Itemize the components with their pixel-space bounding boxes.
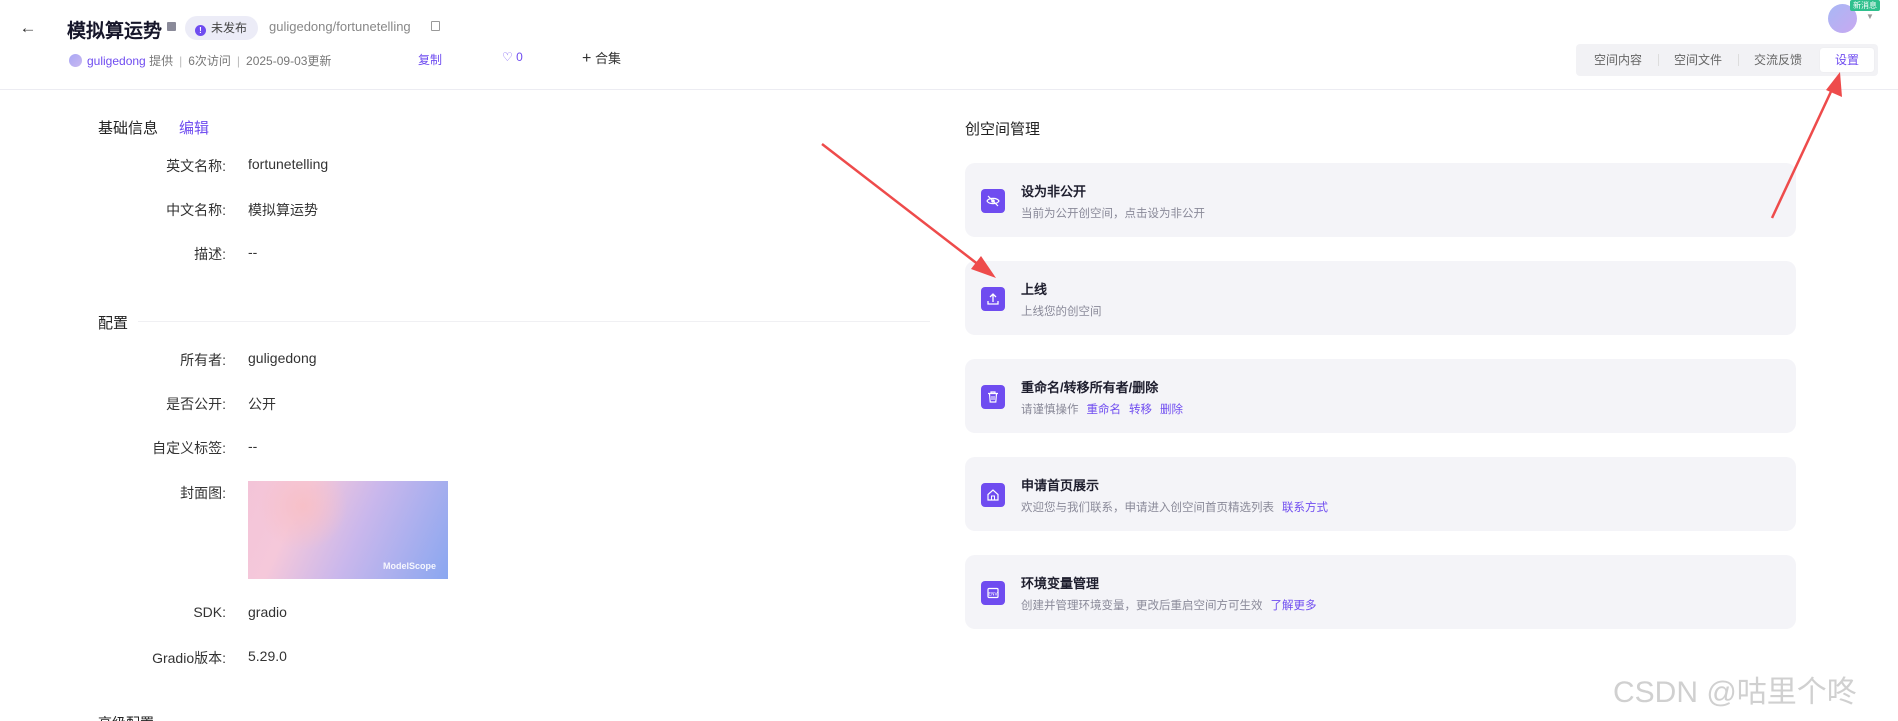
owner-avatar <box>69 54 82 67</box>
card-go-online[interactable]: 上线 上线您的创空间 <box>965 261 1796 335</box>
page-title: 模拟算运势 <box>67 21 163 42</box>
tab-space-content[interactable]: 空间内容 <box>1580 48 1656 72</box>
field-value-public: 公开 <box>248 396 276 412</box>
field-label: 封面图: <box>180 485 226 501</box>
space-path: guligedong/fortunetelling <box>269 19 411 34</box>
like-count: 0 <box>516 50 523 64</box>
field-label: 英文名称: <box>166 158 226 174</box>
svg-text:ENV: ENV <box>988 591 998 597</box>
add-collection-button[interactable]: + 合集 <box>582 48 621 68</box>
rename-link[interactable]: 重命名 <box>1087 404 1122 416</box>
page-header: ← 模拟算运势 ! 未发布 guligedong/fortunetelling g… <box>0 0 1898 90</box>
learn-more-link[interactable]: 了解更多 <box>1271 600 1317 612</box>
tab-feedback[interactable]: 交流反馈 <box>1740 48 1816 72</box>
advanced-config-title: 高级配置 <box>98 712 154 721</box>
cover-image: ModelScope <box>248 481 448 579</box>
back-arrow-icon[interactable]: ← <box>18 18 38 38</box>
field-value-english-name: fortunetelling <box>248 156 329 172</box>
divider <box>138 321 930 322</box>
space-meta: guligedong 提供 | 6次访问 | 2025-09-03更新 <box>69 52 331 69</box>
heart-icon: ♡ <box>502 50 513 64</box>
edit-button[interactable]: 编辑 <box>179 117 209 138</box>
space-tabs: 空间内容 空间文件 交流反馈 设置 <box>1576 44 1878 76</box>
field-label: 描述: <box>194 246 226 262</box>
card-desc: 请谨慎操作 重命名 转移 删除 <box>1021 401 1183 417</box>
card-title: 重命名/转移所有者/删除 <box>1021 380 1159 395</box>
copy-path-icon[interactable] <box>431 21 440 31</box>
copy-button[interactable]: 复制 <box>418 51 442 68</box>
card-desc: 上线您的创空间 <box>1021 306 1102 318</box>
status-badge: ! 未发布 <box>185 16 259 40</box>
card-desc-text: 创建并管理环境变量，更改后重启空间方可生效 <box>1021 600 1263 612</box>
plus-icon: + <box>582 50 592 67</box>
cover-watermark: ModelScope <box>382 561 436 571</box>
card-env-variables: ENV 环境变量管理 创建并管理环境变量，更改后重启空间方可生效 了解更多 <box>965 555 1796 629</box>
status-badge-label: 未发布 <box>211 21 248 35</box>
home-icon <box>981 483 1005 507</box>
provided-label: 提供 <box>149 54 174 68</box>
updated-date: 2025-09-03更新 <box>246 54 332 68</box>
card-desc: 欢迎您与我们联系，申请进入创空间首页精选列表 联系方式 <box>1021 499 1328 515</box>
card-desc: 创建并管理环境变量，更改后重启空间方可生效 了解更多 <box>1021 597 1317 613</box>
card-desc-text: 请谨慎操作 <box>1021 404 1079 416</box>
new-message-badge: 新消息 <box>1850 0 1880 11</box>
field-value-owner: guligedong <box>248 350 317 366</box>
collect-label: 合集 <box>594 51 621 66</box>
card-set-private[interactable]: 设为非公开 当前为公开创空间，点击设为非公开 <box>965 163 1796 237</box>
space-type-icon <box>167 22 176 31</box>
csdn-watermark: CSDN @咕里个咚 <box>1613 676 1857 709</box>
field-value-chinese-name: 模拟算运势 <box>248 202 318 218</box>
card-title: 上线 <box>1021 282 1048 297</box>
field-label: Gradio版本: <box>152 650 226 666</box>
chevron-down-icon[interactable]: ▼ <box>1866 12 1874 21</box>
tab-settings[interactable]: 设置 <box>1820 48 1874 72</box>
card-title: 设为非公开 <box>1021 184 1087 199</box>
info-icon: ! <box>195 25 206 36</box>
card-apply-homepage: 申请首页展示 欢迎您与我们联系，申请进入创空间首页精选列表 联系方式 <box>965 457 1796 531</box>
like-button[interactable]: ♡ 0 <box>502 50 523 64</box>
field-label: 自定义标签: <box>152 440 226 456</box>
field-label: 中文名称: <box>166 202 226 218</box>
field-label: SDK: <box>193 604 226 620</box>
basic-info-title: 基础信息 <box>98 120 159 137</box>
card-rename-transfer-delete: 重命名/转移所有者/删除 请谨慎操作 重命名 转移 删除 <box>965 359 1796 433</box>
owner-link[interactable]: guligedong <box>87 54 146 68</box>
field-label: 所有者: <box>180 352 226 368</box>
card-title: 环境变量管理 <box>1021 576 1100 591</box>
upload-icon <box>981 287 1005 311</box>
contact-link[interactable]: 联系方式 <box>1282 502 1328 514</box>
field-value-description: -- <box>248 244 258 260</box>
visit-count: 6次访问 <box>188 54 231 68</box>
card-desc: 当前为公开创空间，点击设为非公开 <box>1021 208 1205 220</box>
eye-off-icon <box>981 189 1005 213</box>
field-value-custom-tags: -- <box>248 438 258 454</box>
trash-icon <box>981 385 1005 409</box>
tab-space-files[interactable]: 空间文件 <box>1660 48 1736 72</box>
field-value-sdk: gradio <box>248 604 287 620</box>
transfer-link[interactable]: 转移 <box>1129 404 1152 416</box>
card-title: 申请首页展示 <box>1021 478 1100 493</box>
field-label: 是否公开: <box>166 396 226 412</box>
card-desc-text: 欢迎您与我们联系，申请进入创空间首页精选列表 <box>1021 502 1274 514</box>
env-icon: ENV <box>981 581 1005 605</box>
delete-link[interactable]: 删除 <box>1160 404 1183 416</box>
field-value-gradio-version: 5.29.0 <box>248 648 287 664</box>
space-management-title: 创空间管理 <box>965 121 1041 138</box>
config-title: 配置 <box>98 315 129 332</box>
